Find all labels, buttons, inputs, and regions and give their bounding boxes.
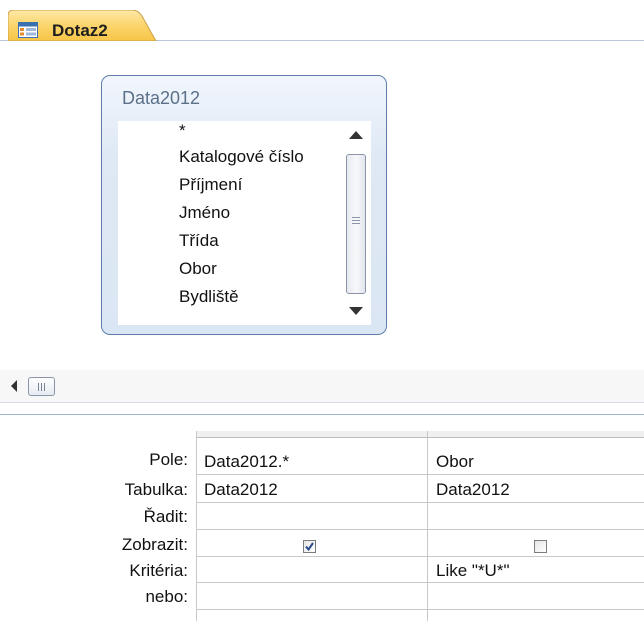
grid-line (196, 502, 644, 503)
checkmark-icon (305, 542, 314, 552)
scroll-left-arrow-icon[interactable] (8, 378, 20, 394)
show-checkbox-col2[interactable] (534, 540, 547, 553)
cell-pole-col2[interactable]: Obor (436, 449, 474, 474)
cell-kriteria-col2[interactable]: Like "*U*" (436, 558, 510, 583)
field-item-prijmeni[interactable]: Příjmení (179, 171, 242, 199)
column-selector-strip[interactable] (196, 431, 644, 438)
table-field-list-data2012[interactable]: Data2012 * Katalogové číslo Příjmení Jmé… (101, 75, 387, 335)
query-design-pane: Data2012 * Katalogové číslo Příjmení Jmé… (0, 41, 644, 370)
field-item-all[interactable]: * (179, 121, 186, 145)
scroll-down-arrow-icon[interactable] (341, 299, 371, 325)
document-tab-bar: Dotaz2 (0, 0, 644, 44)
cell-pole-col1[interactable]: Data2012.* (204, 449, 289, 474)
row-label-zobrazit: Zobrazit: (121, 535, 188, 554)
field-item-katalogove-cislo[interactable]: Katalogové číslo (179, 143, 304, 171)
scroll-up-arrow-icon[interactable] (341, 121, 371, 147)
query-design-grid: Pole: Tabulka: Řadit: Zobrazit: Kritéria… (0, 416, 644, 621)
grid-line (196, 556, 644, 557)
scroll-grip-line (38, 383, 39, 391)
cell-tabulka-col1[interactable]: Data2012 (204, 477, 278, 502)
tab-label: Dotaz2 (52, 21, 108, 40)
scroll-grip-line (41, 383, 42, 391)
row-label-nebo: nebo: (145, 587, 188, 606)
row-label-radit: Řadit: (143, 507, 188, 526)
grid-line (196, 474, 644, 475)
row-label-kriteria: Kritéria: (129, 561, 188, 580)
grid-line (196, 431, 197, 621)
scroll-thumb[interactable] (346, 154, 366, 294)
field-list: * Katalogové číslo Příjmení Jméno Třída … (118, 121, 371, 325)
horizontal-scroll-thumb[interactable] (28, 377, 55, 396)
scroll-grip-line (352, 220, 360, 221)
field-list-vertical-scrollbar[interactable] (341, 121, 371, 325)
grid-line (196, 529, 644, 530)
table-title[interactable]: Data2012 (122, 88, 200, 109)
query-table-icon (18, 22, 38, 38)
field-item-bydliste[interactable]: Bydliště (179, 283, 239, 311)
pane-splitter[interactable] (0, 402, 644, 415)
scroll-grip-line (352, 223, 360, 224)
cell-tabulka-col2[interactable]: Data2012 (436, 477, 510, 502)
scroll-grip-line (352, 217, 360, 218)
grid-line (196, 609, 644, 610)
grid-line (196, 582, 644, 583)
tab-dotaz2[interactable]: Dotaz2 (8, 10, 158, 44)
grid-line (427, 431, 428, 621)
show-checkbox-col1[interactable] (303, 540, 316, 553)
design-pane-horizontal-scrollbar[interactable] (0, 370, 644, 402)
row-label-tabulka: Tabulka: (124, 480, 188, 499)
row-label-pole: Pole: (149, 450, 188, 469)
scroll-grip-line (44, 383, 45, 391)
field-item-trida[interactable]: Třída (179, 227, 219, 255)
field-item-obor[interactable]: Obor (179, 255, 217, 283)
field-item-jmeno[interactable]: Jméno (179, 199, 230, 227)
